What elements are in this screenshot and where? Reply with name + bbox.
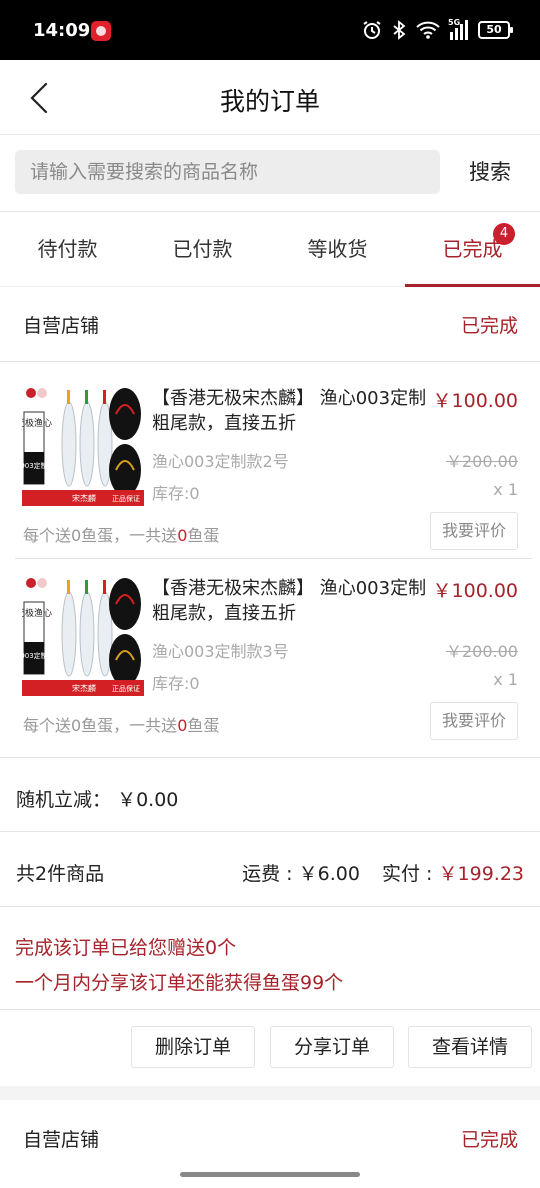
product-stock: 库存:0 (152, 674, 200, 693)
divider (0, 1009, 540, 1010)
order-separator (0, 1086, 540, 1100)
gift-info: 每个送0鱼蛋，一共送0鱼蛋 (23, 712, 219, 736)
share-order-button[interactable]: 分享订单 (270, 1026, 394, 1068)
share-reward-text: 一个月内分享该订单还能获得鱼蛋99个 (15, 972, 344, 994)
order-item[interactable]: 无极渔心 003定制 宋杰麟 正品保证 【香港无极宋杰麟】 渔心003定制粗尾款… (0, 552, 540, 742)
reward-text: 完成该订单已给您赠送0个 (15, 937, 237, 959)
gift-count: 0 (177, 716, 188, 735)
review-button[interactable]: 我要评价 (430, 512, 518, 550)
product-price: ￥100.00 (432, 580, 518, 602)
network-type: 5G (448, 18, 461, 27)
product-image-text: 宋杰麟 (72, 493, 96, 503)
alarm-icon (363, 21, 381, 39)
order-store-row: 自营店铺 已完成 (0, 287, 540, 362)
shipping-value: ￥6.00 (298, 863, 360, 885)
gift-prefix: 每个送0鱼蛋，一共送 (23, 716, 178, 735)
product-image-text: 正品保证 (112, 684, 140, 693)
divider (0, 906, 540, 907)
status-bar: 14:09 5G 50 (0, 0, 540, 60)
delete-order-button[interactable]: 删除订单 (131, 1026, 255, 1068)
gift-info: 每个送0鱼蛋，一共送0鱼蛋 (23, 522, 219, 546)
store-name: 自营店铺 (23, 1129, 100, 1151)
product-title: 【香港无极宋杰麟】 渔心003定制粗尾款，直接五折 (152, 388, 427, 434)
home-indicator[interactable] (180, 1172, 360, 1177)
product-image-text: 正品保证 (112, 494, 140, 503)
product-image: 无极渔心 003定制 宋杰麟 正品保证 (22, 384, 144, 506)
gift-prefix: 每个送0鱼蛋，一共送 (23, 526, 178, 545)
battery-icon: 50 (478, 21, 513, 39)
tab-count-badge: 4 (493, 223, 515, 245)
shipping-label: 运费 : (242, 863, 293, 885)
product-spec: 渔心003定制款3号 (152, 642, 289, 661)
order-store-row: 自营店铺 已完成 (0, 1101, 540, 1176)
page-title: 我的订单 (219, 87, 320, 116)
discount-row: 随机立减： ￥0.00 (16, 785, 178, 812)
review-button[interactable]: 我要评价 (430, 702, 518, 740)
product-stock: 库存:0 (152, 484, 200, 503)
signal-icon: 5G (448, 18, 468, 40)
search-button[interactable]: 搜索 (450, 150, 530, 194)
app-notification-icon (91, 21, 111, 41)
product-image-text: 003定制 (22, 651, 48, 660)
store-name: 自营店铺 (23, 315, 100, 337)
product-price: ￥100.00 (432, 390, 518, 412)
search-input[interactable] (15, 150, 440, 194)
product-image-text: 无极渔心 (22, 417, 52, 429)
paid-value: ￥199.23 (438, 863, 524, 885)
status-time: 14:09 (33, 20, 91, 41)
product-image-text: 宋杰麟 (72, 683, 96, 693)
tab-completed-label: 已完成 (442, 237, 503, 261)
bluetooth-icon (393, 20, 406, 40)
wifi-icon (416, 21, 440, 39)
order-item[interactable]: 无极渔心 003定制 宋杰麟 正品保证 【香港无极宋杰麟】 渔心003定制粗尾款… (0, 362, 540, 552)
gift-suffix: 鱼蛋 (187, 526, 220, 545)
product-quantity: x 1 (493, 670, 518, 689)
nav-bar: 我的订单 (0, 60, 540, 135)
tab-completed[interactable]: 已完成 4 (405, 212, 540, 287)
product-original-price: ￥200.00 (446, 642, 518, 661)
discount-value: ￥0.00 (117, 789, 179, 811)
paid-label: 实付 : (382, 863, 433, 885)
product-title: 【香港无极宋杰麟】 渔心003定制粗尾款，直接五折 (152, 578, 427, 624)
product-original-price: ￥200.00 (446, 452, 518, 471)
divider (0, 831, 540, 832)
gift-count: 0 (177, 526, 188, 545)
product-image-text: 003定制 (22, 461, 48, 470)
order-tabs: 待付款 已付款 等收货 已完成 4 (0, 212, 540, 287)
order-status: 已完成 (460, 1129, 518, 1151)
divider (0, 757, 540, 758)
tab-pending-payment[interactable]: 待付款 (0, 212, 135, 286)
product-image-text: 无极渔心 (22, 607, 52, 619)
totals-row: 运费 : ￥6.00 实付 : ￥199.23 (242, 859, 524, 886)
order-status: 已完成 (460, 315, 518, 337)
tab-awaiting-delivery[interactable]: 等收货 (270, 212, 405, 286)
total-items: 共2件商品 (16, 863, 105, 885)
search-bar: 搜索 (0, 135, 540, 212)
discount-label: 随机立减： (16, 789, 112, 811)
product-image: 无极渔心 003定制 宋杰麟 正品保证 (22, 574, 144, 696)
product-spec: 渔心003定制款2号 (152, 452, 289, 471)
product-quantity: x 1 (493, 480, 518, 499)
tab-paid[interactable]: 已付款 (135, 212, 270, 286)
gift-suffix: 鱼蛋 (187, 716, 220, 735)
view-details-button[interactable]: 查看详情 (408, 1026, 532, 1068)
